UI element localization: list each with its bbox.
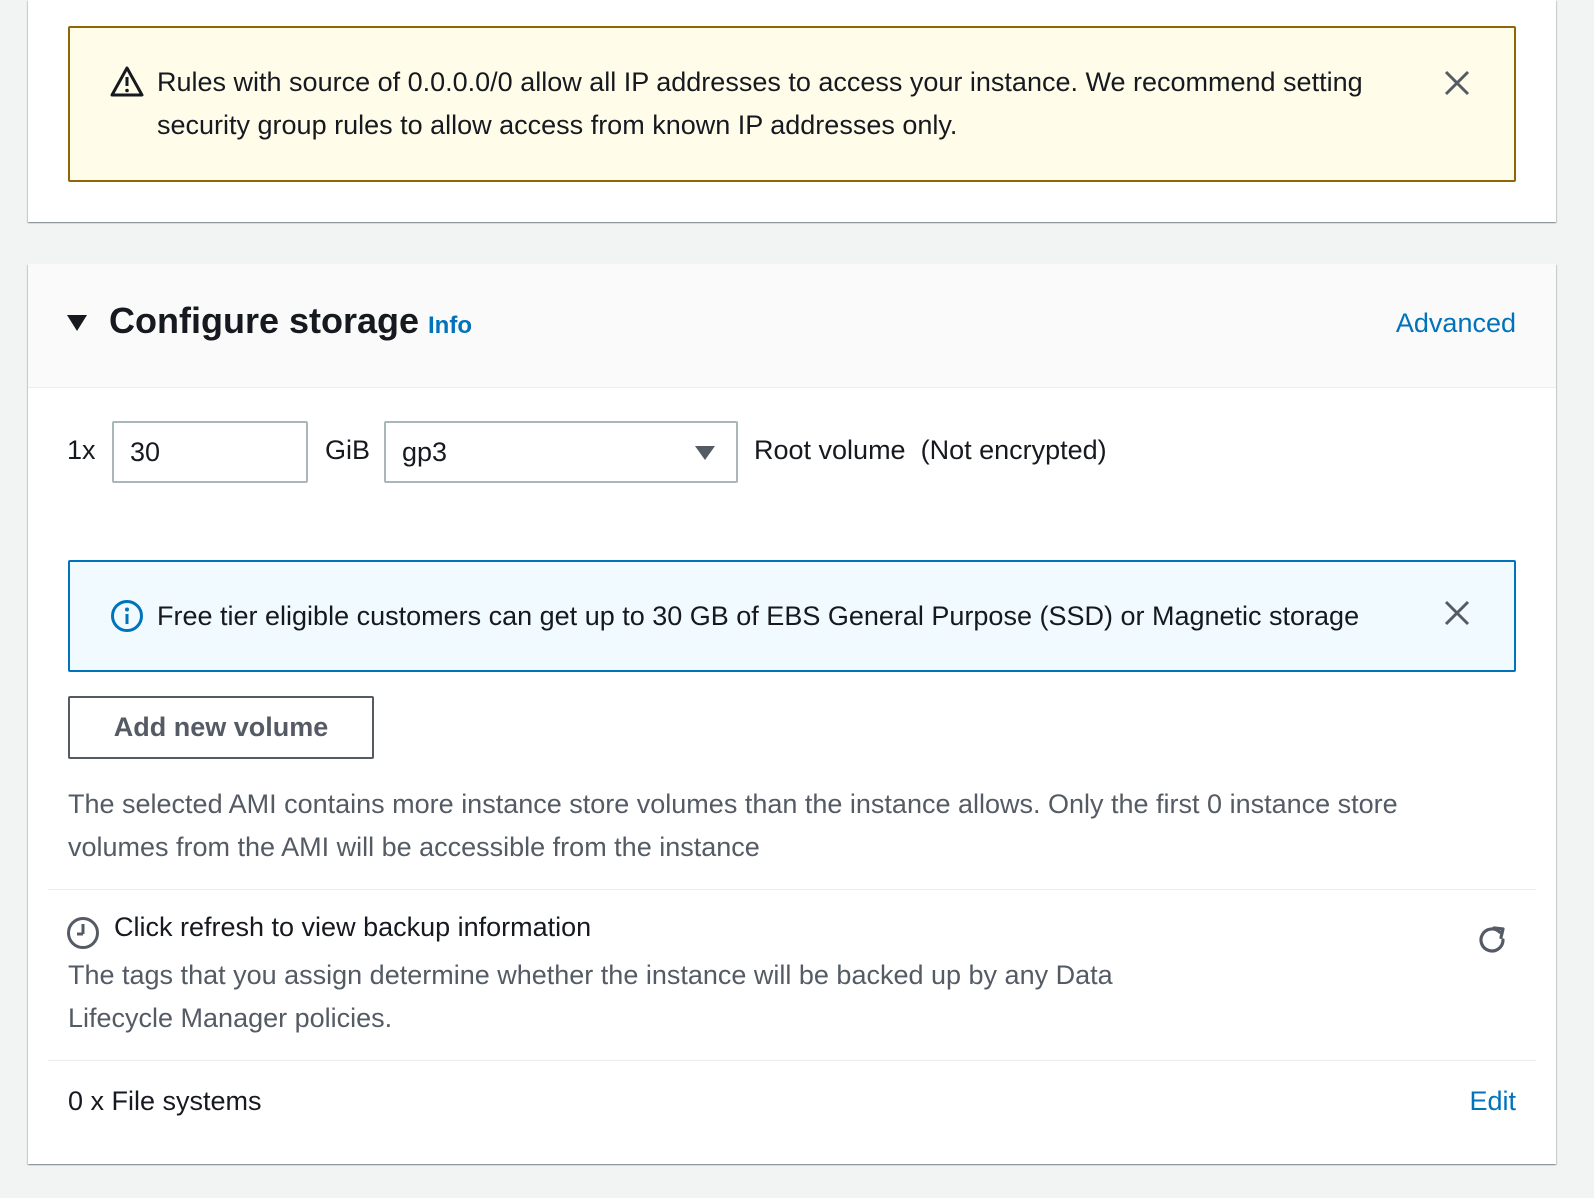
security-warning-alert: Rules with source of 0.0.0.0/0 allow all…	[68, 26, 1516, 182]
free-tier-text: Free tier eligible customers can get up …	[157, 601, 1360, 631]
clock-icon	[67, 917, 99, 949]
close-icon[interactable]	[1442, 68, 1472, 98]
network-settings-panel: Rules with source of 0.0.0.0/0 allow all…	[28, 0, 1556, 222]
add-new-volume-button[interactable]: Add new volume	[68, 696, 374, 759]
ami-warning-text: The selected AMI contains more instance …	[68, 789, 1398, 862]
refresh-icon[interactable]	[1474, 922, 1510, 958]
volume-count-label: 1x	[67, 435, 96, 465]
close-icon[interactable]	[1442, 598, 1472, 628]
edit-file-systems-link[interactable]: Edit	[1469, 1086, 1516, 1117]
backup-description: The tags that you assign determine wheth…	[68, 960, 1113, 1033]
volume-description: Root volume (Not encrypted)	[754, 435, 1107, 465]
volume-size-input[interactable]	[112, 421, 308, 483]
advanced-link[interactable]: Advanced	[1396, 308, 1516, 339]
storage-header: Configure storage Info Advanced	[28, 264, 1556, 388]
volume-unit-label: GiB	[325, 435, 371, 465]
info-circle-icon	[111, 600, 143, 632]
backup-title: Click refresh to view backup information	[114, 912, 592, 942]
root-volume-row: 1x GiB gp3 Root volume (Not encrypted)	[28, 421, 1556, 485]
section-title[interactable]: Configure storage	[109, 300, 419, 342]
caret-down-icon[interactable]	[66, 314, 88, 332]
info-link[interactable]: Info	[428, 312, 472, 340]
volume-type-value: gp3	[402, 437, 448, 467]
free-tier-alert: Free tier eligible customers can get up …	[68, 560, 1516, 672]
configure-storage-panel: Configure storage Info Advanced 1x GiB g…	[28, 264, 1556, 1164]
warning-icon	[110, 66, 144, 97]
security-warning-text: Rules with source of 0.0.0.0/0 allow all…	[157, 67, 1363, 140]
dropdown-arrow-icon	[695, 446, 715, 460]
file-systems-label: 0 x File systems	[68, 1086, 262, 1116]
divider	[48, 1060, 1536, 1061]
volume-type-select[interactable]: gp3	[384, 421, 738, 483]
divider	[48, 889, 1536, 890]
